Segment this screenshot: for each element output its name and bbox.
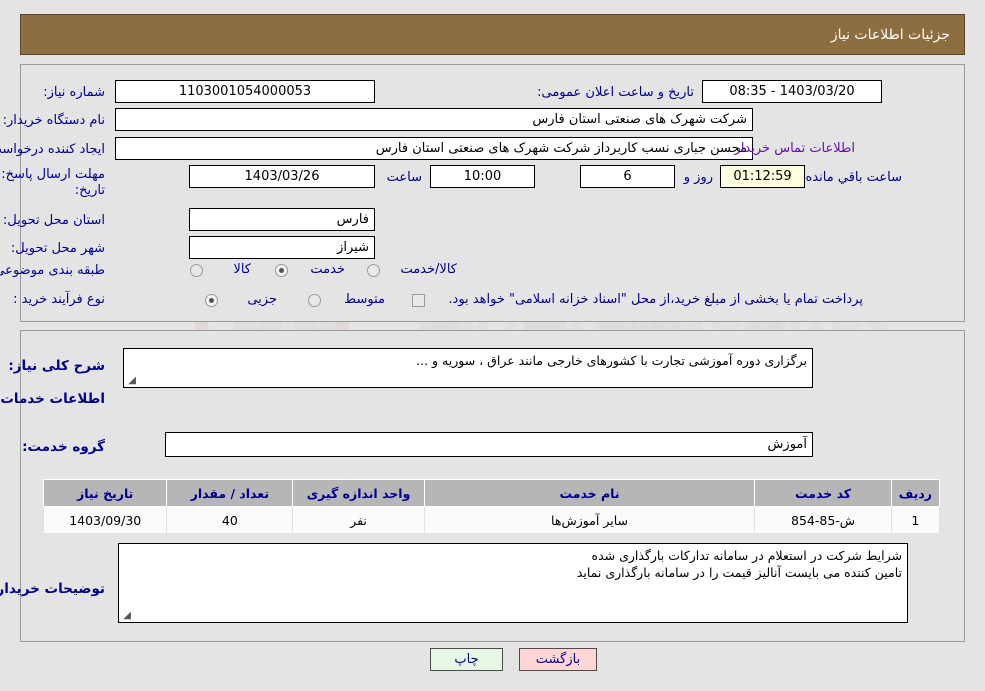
- print-button[interactable]: چاپ: [430, 648, 503, 671]
- label-countdown-unit: ساعت باقي مانده: [805, 170, 902, 185]
- label-need-number: شماره نیاز:: [43, 85, 105, 100]
- label-buyer-org: نام دستگاه خریدار:: [2, 113, 105, 128]
- resize-grip-icon[interactable]: ◢: [121, 611, 131, 621]
- cell-service-code: ش-85-854: [754, 506, 892, 534]
- textarea-buyer-notes[interactable]: شرایط شرکت در استعلام در سامانه تدارکات …: [118, 543, 908, 623]
- field-buyer-org: شرکت شهرک های صنعتی استان فارس: [115, 108, 753, 131]
- page-title: جزئیات اطلاعات نیاز: [830, 26, 950, 43]
- buyer-notes-line-1: شرایط شرکت در استعلام در سامانه تدارکات …: [591, 548, 902, 563]
- field-deadline-time: 10:00: [430, 165, 535, 188]
- radio-purchase-medium[interactable]: [308, 294, 321, 307]
- heading-services-info: اطلاعات خدمات مورد نیاز: [0, 391, 105, 407]
- cell-service-name: سایر آموزش‌ها: [423, 506, 756, 534]
- general-description-text: برگزاری دوره آموزشی تجارت با کشورهای خار…: [416, 353, 807, 368]
- window-title-bar: جزئیات اطلاعات نیاز: [20, 14, 965, 55]
- buyer-notes-line-2: تامین کننده می بایست آنالیز قیمت را در س…: [576, 565, 902, 580]
- radio-category-goods-service[interactable]: [367, 264, 380, 277]
- table-row: 1 ش-85-854 سایر آموزش‌ها نفر 40 1403/09/…: [42, 506, 941, 534]
- th-quantity: تعداد / مقدار: [166, 479, 294, 507]
- label-announce-datetime: تاریخ و ساعت اعلان عمومی:: [537, 85, 694, 100]
- field-announce-datetime: 1403/03/20 - 08:35: [702, 80, 882, 103]
- checkbox-islamic-treasury[interactable]: [412, 294, 425, 307]
- label-general-description: شرح کلی نیاز:: [8, 358, 105, 374]
- label-purchase-type: نوع فرآیند خرید :: [13, 292, 105, 307]
- radio-label-category-goods-service: کالا/خدمت: [400, 262, 457, 277]
- label-request-creator: ایجاد کننده درخواست:: [0, 142, 105, 157]
- radio-label-category-goods: کالا: [233, 262, 251, 277]
- field-deadline-date: 1403/03/26: [189, 165, 375, 188]
- label-service-group: گروه خدمت:: [22, 439, 105, 455]
- radio-purchase-minor[interactable]: [205, 294, 218, 307]
- radio-category-goods[interactable]: [190, 264, 203, 277]
- cell-row-no: 1: [890, 506, 941, 534]
- field-delivery-city: شیراز: [189, 236, 375, 259]
- buyer-contact-link[interactable]: اطلاعات تماس خریدار: [735, 141, 855, 156]
- th-unit: واحد اندازه گیری: [292, 479, 425, 507]
- cell-quantity: 40: [166, 506, 294, 534]
- th-need-date: تاریخ نیاز: [42, 479, 168, 507]
- radio-label-purchase-minor: جزیی: [247, 292, 277, 307]
- cell-unit: نفر: [292, 506, 425, 534]
- label-delivery-city: شهر محل تحویل:: [10, 241, 105, 256]
- table-header-row: ردیف کد خدمت نام خدمت واحد اندازه گیری ت…: [42, 479, 941, 507]
- th-service-name: نام خدمت: [423, 479, 756, 507]
- th-row-no: ردیف: [890, 479, 941, 507]
- label-delivery-province: استان محل تحویل:: [3, 213, 105, 228]
- page-root: AriaTender.net جزئیات اطلاعات نیاز شماره…: [0, 0, 985, 691]
- label-subject-category: طبقه بندی موضوعی:: [0, 263, 105, 278]
- th-service-code: کد خدمت: [754, 479, 892, 507]
- radio-label-category-service: خدمت: [310, 262, 345, 277]
- label-islamic-treasury: پرداخت تمام یا بخشی از مبلغ خرید،از محل …: [448, 292, 863, 307]
- services-table: ردیف کد خدمت نام خدمت واحد اندازه گیری ت…: [42, 479, 941, 534]
- field-countdown-timer: 01:12:59: [720, 165, 805, 188]
- field-service-group: آموزش: [165, 432, 813, 457]
- field-remaining-days: 6: [580, 165, 675, 188]
- textarea-general-description[interactable]: برگزاری دوره آموزشی تجارت با کشورهای خار…: [123, 348, 813, 388]
- field-need-number: 1103001054000053: [115, 80, 375, 103]
- label-deadline-line2: تاریخ:: [74, 183, 105, 198]
- field-request-creator: محسن جباری نسب کاربرداز شرکت شهرک های صن…: [115, 137, 753, 160]
- field-delivery-province: فارس: [189, 208, 375, 231]
- resize-grip-icon[interactable]: ◢: [126, 376, 136, 386]
- label-buyer-notes: توضیحات خریدار:: [0, 581, 105, 597]
- label-deadline-line1: مهلت ارسال پاسخ: تا: [0, 167, 105, 182]
- label-deadline-time: ساعت: [386, 170, 422, 185]
- radio-category-service[interactable]: [275, 264, 288, 277]
- back-button[interactable]: بازگشت: [519, 648, 597, 671]
- label-days-unit: روز و: [683, 170, 713, 185]
- cell-need-date: 1403/09/30: [42, 506, 168, 534]
- radio-label-purchase-medium: متوسط: [344, 292, 385, 307]
